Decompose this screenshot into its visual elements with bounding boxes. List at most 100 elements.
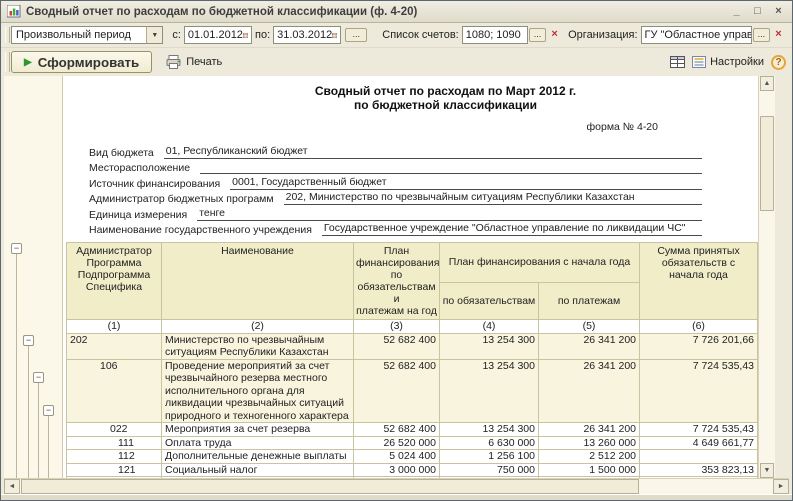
report-icon [7,5,21,18]
cell-by-payments[interactable]: 510 000 [539,477,640,479]
generate-button-label: Сформировать [38,55,140,70]
header-plan-ytd-group: План финансирования с начала года [440,243,640,283]
cell-plan-year[interactable]: 1 020 000 [354,477,440,479]
help-icon[interactable]: ? [771,55,786,70]
cell-by-obligations[interactable]: 1 256 100 [440,450,539,464]
cell-code[interactable]: 112 [67,450,162,464]
field-value: 01, Республиканский бюджет [164,145,702,159]
cell-code[interactable]: 022 [67,423,162,437]
cell-name[interactable]: Оплата труда [162,436,354,450]
cell-code[interactable]: 111 [67,436,162,450]
cell-by-obligations[interactable]: 255 000 [440,477,539,479]
cell-plan-year[interactable]: 52 682 400 [354,423,440,437]
cell-name[interactable]: Дополнительные денежные выплаты [162,450,354,464]
cell-name[interactable]: Проведение мероприятий за счет чрезвычай… [162,359,354,423]
cell-by-obligations[interactable]: 13 254 300 [440,333,539,359]
date-from-input[interactable]: 01.01.2012 [184,26,252,44]
organization-input[interactable]: ГУ "Областное управление по ликви [641,26,752,44]
scroll-left-icon[interactable]: ◄ [4,479,20,494]
cell-plan-year[interactable]: 52 682 400 [354,333,440,359]
cell-obligations-sum[interactable] [640,450,758,464]
horizontal-scrollbar[interactable]: ◄ ► [4,478,789,494]
horizontal-scroll-thumb[interactable] [21,479,639,494]
cell-by-obligations[interactable]: 6 630 000 [440,436,539,450]
organization-pick-button[interactable]: ... [753,28,770,42]
collapse-group-1-icon[interactable]: − [11,243,22,254]
col-num: (3) [354,320,440,334]
cell-by-payments[interactable]: 26 341 200 [539,333,640,359]
cell-obligations-sum[interactable]: 353 823,13 [640,463,758,477]
cell-by-obligations[interactable]: 750 000 [440,463,539,477]
cell-code[interactable]: 121 [67,463,162,477]
cell-plan-year[interactable]: 52 682 400 [354,359,440,423]
print-button[interactable]: Печать [166,55,222,69]
generate-button[interactable]: ▶ Сформировать [11,51,152,73]
calendar-icon[interactable] [332,30,337,41]
table-row[interactable]: 202 Министерство по чрезвычайным ситуаци… [67,333,758,359]
scroll-right-icon[interactable]: ► [773,479,789,494]
accounts-clear-icon[interactable]: × [548,28,561,42]
close-button[interactable]: × [771,5,786,19]
cell-obligations-sum[interactable]: 169 415,73 [640,477,758,479]
date-to-input[interactable]: 31.03.2012 [273,26,341,44]
collapse-group-2-icon[interactable]: − [23,335,34,346]
cell-by-obligations[interactable]: 13 254 300 [440,359,539,423]
cell-by-payments[interactable]: 26 341 200 [539,423,640,437]
period-more-button[interactable]: ... [345,28,367,42]
maximize-button[interactable]: □ [750,5,765,19]
cell-code[interactable]: 106 [67,359,162,423]
organization-clear-icon[interactable]: × [772,28,785,42]
cell-by-payments[interactable]: 26 341 200 [539,359,640,423]
cell-obligations-sum[interactable]: 7 724 535,43 [640,423,758,437]
calendar-icon[interactable] [243,30,248,41]
field-label: Вид бюджета [89,147,164,159]
cell-by-payments[interactable]: 1 500 000 [539,463,640,477]
app-window: Сводный отчет по расходам по бюджетной к… [0,0,793,501]
cell-name[interactable]: Министерство по чрезвычайным ситуациям Р… [162,333,354,359]
minimize-button[interactable]: _ [729,5,744,19]
cell-by-payments[interactable]: 2 512 200 [539,450,640,464]
header-obligations-sum: Сумма принятых обязательств с начала год… [640,243,758,320]
cell-by-payments[interactable]: 13 260 000 [539,436,640,450]
accounts-input[interactable]: 1080; 1090 [462,26,528,44]
table-row[interactable]: 112 Дополнительные денежные выплаты 5 02… [67,450,758,464]
period-select[interactable]: Произвольный период ▼ [11,26,163,44]
table-row[interactable]: 122 Социальные отчисления в Государствен… [67,477,758,479]
vertical-scroll-thumb[interactable] [760,116,774,211]
chevron-down-icon[interactable]: ▼ [146,27,162,43]
table-row[interactable]: 022 Мероприятия за счет резерва 52 682 4… [67,423,758,437]
field-label: Единица измерения [89,209,197,221]
scroll-down-icon[interactable]: ▼ [760,463,774,478]
cell-name[interactable]: Социальные отчисления в Государственный … [162,477,354,479]
col-num: (1) [67,320,162,334]
cell-plan-year[interactable]: 5 024 400 [354,450,440,464]
field-label: Наименование государственного учреждения [89,224,322,236]
table-view-icon[interactable] [670,56,685,68]
cell-obligations-sum[interactable]: 7 724 535,43 [640,359,758,423]
cell-plan-year[interactable]: 3 000 000 [354,463,440,477]
field-row: Месторасположение [89,159,702,175]
cell-obligations-sum[interactable]: 4 649 661,77 [640,436,758,450]
table-row[interactable]: 121 Социальный налог 3 000 000 750 000 1… [67,463,758,477]
organization-value: ГУ "Областное управление по ликви [645,29,752,41]
accounts-pick-button[interactable]: ... [529,28,546,42]
cell-plan-year[interactable]: 26 520 000 [354,436,440,450]
col-num: (5) [539,320,640,334]
cell-code[interactable]: 202 [67,333,162,359]
table-row[interactable]: 106 Проведение мероприятий за счет чрезв… [67,359,758,423]
report-table: Администратор Программа Подпрограмма Спе… [66,242,758,478]
printer-icon [166,55,182,69]
accounts-value: 1080; 1090 [466,29,521,41]
scroll-up-icon[interactable]: ▲ [760,76,774,91]
cell-name[interactable]: Мероприятия за счет резерва [162,423,354,437]
collapse-group-4-icon[interactable]: − [43,405,54,416]
vertical-scrollbar[interactable]: ▲ ▼ [758,76,775,478]
table-row[interactable]: 111 Оплата труда 26 520 000 6 630 000 13… [67,436,758,450]
cell-name[interactable]: Социальный налог [162,463,354,477]
cell-by-obligations[interactable]: 13 254 300 [440,423,539,437]
play-icon: ▶ [24,57,32,68]
settings-button[interactable]: Настройки [692,56,764,68]
collapse-group-3-icon[interactable]: − [33,372,44,383]
cell-code[interactable]: 122 [67,477,162,479]
cell-obligations-sum[interactable]: 7 726 201,66 [640,333,758,359]
